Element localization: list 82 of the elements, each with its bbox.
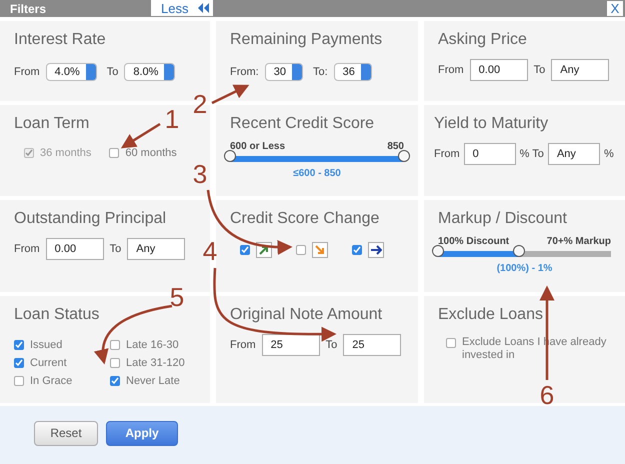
filter-title: Asking Price: [438, 31, 527, 49]
filter-title: Outstanding Principal: [14, 210, 166, 228]
checkbox[interactable]: [14, 340, 24, 350]
filter-title: Loan Status: [14, 306, 100, 324]
to-label: To: [326, 339, 338, 351]
annotation-number: 3: [192, 159, 208, 189]
to-label: To: [106, 66, 118, 78]
to-label: To: [534, 64, 546, 76]
slider-min-label: 100% Discount: [438, 236, 510, 247]
slider-handle[interactable]: [398, 150, 410, 162]
filter-title: Remaining Payments: [230, 31, 382, 49]
from-field[interactable]: 0.00: [470, 59, 528, 81]
from-label: From:: [230, 66, 259, 78]
to-field[interactable]: Any: [551, 59, 610, 81]
checkbox-label: 36 months: [40, 147, 92, 159]
from-label: From: [438, 64, 464, 76]
to-label: % To: [520, 148, 544, 160]
checkbox-label: In Grace: [30, 375, 72, 387]
checkbox[interactable]: [110, 358, 120, 368]
arrow-down-right-icon: [314, 244, 326, 256]
from-field[interactable]: 0.00: [46, 238, 104, 260]
from-field[interactable]: 0: [464, 143, 516, 165]
from-label: From: [434, 148, 460, 160]
checkbox[interactable]: [296, 245, 306, 255]
checkbox-label: Late 16-30: [126, 339, 179, 351]
checkbox[interactable]: [109, 148, 120, 158]
slider-handle[interactable]: [224, 150, 236, 162]
panel-title: Filters: [10, 2, 46, 16]
slider-handle[interactable]: [432, 245, 444, 257]
double-chevron-left-icon: [197, 3, 209, 13]
filter-title: Loan Term: [14, 115, 90, 133]
filter-title: Recent Credit Score: [230, 115, 374, 133]
annotation-number: 1: [164, 104, 180, 134]
checkbox-label: Current: [30, 357, 67, 369]
from-label: From: [230, 339, 256, 351]
checkbox[interactable]: [446, 338, 456, 348]
checkbox[interactable]: [240, 245, 250, 255]
filter-title: Original Note Amount: [230, 306, 382, 324]
checkbox-label: Never Late: [126, 375, 180, 387]
arrow-right-icon: [370, 244, 382, 256]
annotation-number: 6: [540, 380, 554, 410]
from-select[interactable]: 30: [264, 63, 303, 81]
from-select[interactable]: 4.0%: [46, 63, 97, 81]
to-field[interactable]: Any: [127, 238, 186, 260]
checkbox-label: Issued: [30, 339, 62, 351]
to-select[interactable]: 8.0%: [124, 63, 176, 81]
filter-title: Yield to Maturity: [434, 115, 548, 133]
filter-title: Exclude Loans: [438, 306, 543, 324]
to-select[interactable]: 36: [334, 63, 372, 81]
reset-button[interactable]: Reset: [34, 420, 98, 446]
slider-max-label: 850: [387, 141, 404, 152]
from-label: From: [14, 66, 40, 78]
checkbox[interactable]: [14, 376, 24, 386]
slider-min-label: 600 or Less: [230, 141, 286, 152]
checkbox-label: 60 months: [125, 147, 177, 159]
annotation-arrow: [120, 122, 161, 148]
percent-label: %: [604, 148, 614, 160]
slider-reading: ≤600 - 850: [292, 168, 342, 179]
to-label: To: [110, 243, 122, 255]
to-field[interactable]: 25: [343, 334, 402, 356]
to-label: To:: [312, 66, 328, 78]
annotation-arrow: [211, 84, 250, 104]
from-field[interactable]: 25: [262, 334, 320, 356]
filter-title: Markup / Discount: [438, 210, 567, 228]
slider-max-label: 70+% Markup: [546, 236, 611, 247]
checkbox[interactable]: [352, 245, 362, 255]
annotation-number: 2: [192, 89, 208, 119]
annotation-number: 4: [202, 236, 218, 266]
arrow-up-right-icon: [258, 244, 270, 256]
less-toggle[interactable]: Less: [151, 0, 213, 16]
annotation-number: 5: [170, 282, 184, 312]
close-button[interactable]: X: [607, 1, 623, 16]
checkbox[interactable]: [110, 376, 120, 386]
from-label: From: [14, 243, 40, 255]
to-field[interactable]: Any: [548, 143, 600, 165]
slider-handle[interactable]: [513, 245, 526, 257]
filter-title: Interest Rate: [14, 31, 106, 49]
checkbox-label: Late 31-120: [126, 357, 185, 369]
slider-reading: (100%) - 1%: [496, 263, 554, 274]
checkbox[interactable]: [110, 340, 120, 350]
filter-title: Credit Score Change: [230, 210, 380, 228]
checkbox[interactable]: [14, 358, 24, 368]
